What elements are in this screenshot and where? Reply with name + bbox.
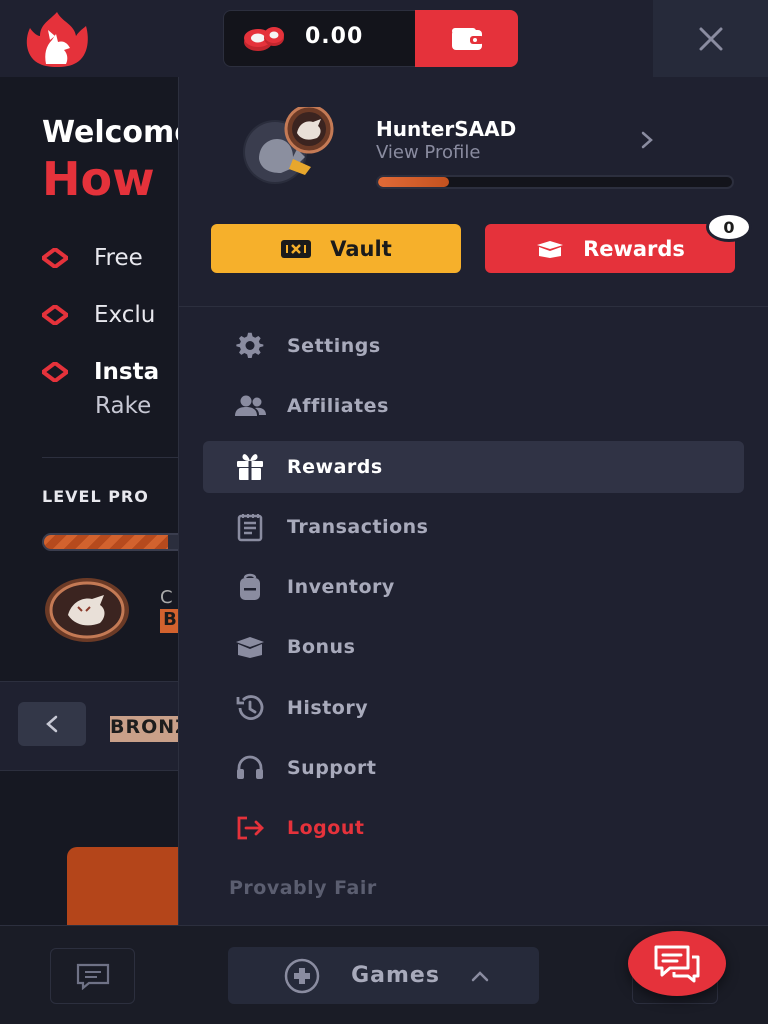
bullet-item: Exclu (42, 302, 155, 328)
how-heading: How (42, 152, 155, 206)
chevron-left-icon (46, 715, 58, 733)
bullet-item: Free (42, 245, 143, 271)
rake-text: Rake (95, 393, 152, 419)
avatar[interactable] (211, 107, 346, 197)
diamond-icon (42, 305, 68, 325)
username: HunterSAAD (376, 117, 517, 141)
bronze-badge-icon (45, 578, 129, 642)
menu-item-bonus[interactable]: Bonus (203, 621, 744, 673)
menu-item-label: Transactions (287, 515, 429, 538)
menu-item-label: Affiliates (287, 395, 389, 418)
divider (42, 457, 180, 458)
tier-label: C (160, 587, 173, 608)
vault-label: Vault (330, 236, 392, 261)
welcome-heading: Welcome (42, 115, 180, 150)
xp-progress-bar (376, 175, 734, 189)
users-icon (233, 389, 267, 423)
level-progress-bar (42, 533, 180, 551)
close-menu-button[interactable] (653, 0, 768, 77)
wallet-icon (451, 27, 484, 50)
chat-icon (76, 963, 109, 990)
menu-item-inventory[interactable]: Inventory (203, 561, 744, 613)
level-progress-fill (44, 535, 169, 549)
view-profile-link[interactable]: View Profile (376, 142, 480, 163)
divider (179, 306, 768, 307)
background-page: Welcome How Free Exclu Insta Rake LEVEL … (0, 77, 180, 925)
rewards-button[interactable]: Rewards (485, 224, 735, 273)
receipt-icon (233, 510, 267, 544)
logout-icon (233, 811, 267, 845)
bullet-text: Exclu (94, 302, 156, 328)
level-progress-label: LEVEL PRO (42, 487, 149, 506)
gift-icon (233, 450, 267, 484)
menu-item-label: Settings (287, 335, 381, 357)
promo-card (67, 847, 180, 925)
xp-progress-fill (378, 177, 449, 187)
history-icon (233, 691, 267, 725)
gear-icon (233, 329, 267, 363)
menu-list: Settings Affiliates Rewards Transactions… (203, 320, 744, 863)
gamepad-icon (284, 958, 320, 993)
games-button[interactable]: Games (228, 947, 539, 1004)
bullet-text: Insta (94, 359, 160, 385)
vault-button[interactable]: Vault (211, 224, 461, 273)
top-bar: 0.00 (0, 0, 768, 77)
backpack-icon (233, 570, 267, 604)
menu-item-label: History (287, 696, 369, 719)
menu-item-logout[interactable]: Logout (203, 802, 744, 854)
tier-slider: BRONZE (0, 681, 180, 771)
games-label: Games (351, 963, 440, 988)
tier-initial: B (160, 609, 180, 633)
menu-item-label: Logout (287, 817, 365, 840)
balance-amount: 0.00 (305, 24, 364, 49)
bullet-text: Free (94, 245, 143, 271)
poker-chips-icon (244, 27, 284, 51)
chevron-up-icon (471, 970, 489, 981)
rewards-button-label: Rewards (583, 236, 685, 261)
menu-item-history[interactable]: History (203, 682, 744, 734)
flame-wolf-logo[interactable] (22, 10, 92, 68)
menu-item-label: Rewards (287, 455, 383, 478)
support-chat-button[interactable] (628, 931, 726, 996)
menu-item-label: Support (287, 757, 377, 780)
bronze-tier-tag: BRONZE (110, 716, 180, 742)
menu-item-settings[interactable]: Settings (203, 320, 744, 372)
menu-item-label: Inventory (287, 576, 395, 599)
close-icon (699, 27, 722, 50)
menu-item-rewards[interactable]: Rewards (203, 440, 744, 493)
box-icon (233, 630, 267, 664)
menu-item-support[interactable]: Support (203, 742, 744, 794)
chevron-right-icon[interactable] (639, 129, 655, 151)
rewards-count-badge: 0 (706, 212, 752, 242)
wallet-button[interactable] (415, 10, 518, 67)
diamond-icon (42, 362, 68, 382)
bullet-item: Insta (42, 359, 159, 385)
chat-toggle-button[interactable] (50, 948, 135, 1004)
menu-item-transactions[interactable]: Transactions (203, 501, 744, 553)
diamond-icon (42, 248, 68, 268)
provably-fair-link[interactable]: Provably Fair (229, 877, 377, 899)
side-menu: HunterSAAD View Profile Vault Rewards 0 (178, 77, 768, 925)
chat-bubbles-icon (654, 945, 700, 982)
menu-item-affiliates[interactable]: Affiliates (203, 380, 744, 432)
menu-item-label: Bonus (287, 636, 356, 659)
slider-prev-button[interactable] (18, 702, 86, 746)
headset-icon (233, 751, 267, 785)
box-icon (535, 239, 565, 259)
vault-icon (280, 239, 312, 259)
